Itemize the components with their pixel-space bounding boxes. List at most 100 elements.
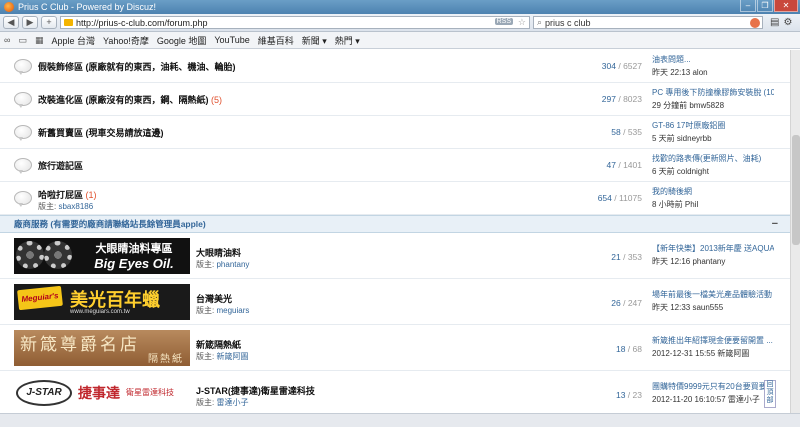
last-post-title[interactable]: 油表問題... [652, 54, 774, 65]
forum-bubble-icon [14, 158, 32, 174]
bookmark-star-icon[interactable]: ☆ [518, 17, 526, 28]
forum-name[interactable]: 旅行遊記區 [38, 159, 83, 172]
last-post-title[interactable]: 團購特價9999元只有20台要買要快 ... [652, 381, 774, 392]
forum-row: 新舊買賣區 (現車交易請放這邊) 58 / 535 GT-86 17吋原廠鋁圈 … [0, 116, 790, 149]
toolbar-icons: ▤ ⚙ [770, 17, 792, 28]
window-controls: – ❐ ✕ [740, 0, 798, 12]
last-post: 新箴推出年紹擇現金便要留開置 ... 2012-12-31 15:55 新箴阿圖 [652, 335, 774, 359]
back-to-top-button[interactable]: 回頂部 [764, 380, 776, 408]
vertical-scrollbar[interactable] [790, 50, 800, 413]
firefox-icon [4, 2, 14, 12]
forum-bubble-icon [14, 92, 32, 108]
last-post-info: 昨天 22:13 alon [652, 68, 708, 77]
banner-text: 大眼睛油料專區 Big Eyes Oil. [94, 243, 174, 271]
section-header: 廠商服務 (有需要的廠商請聯絡站長餘管理員apple) − [0, 215, 790, 233]
bookmark-item[interactable]: YouTube [214, 35, 249, 45]
sponsor-banner[interactable]: J-STAR 捷事達 衛星雷達科技 [14, 376, 190, 412]
last-post: GT-86 17吋原廠鋁圈 5 天前 sidneyrbb [652, 120, 774, 144]
forum-counts: 18 / 68 [615, 344, 642, 354]
bookmark-item[interactable]: Google 地圖 [157, 34, 207, 47]
forward-button[interactable]: ▶ [22, 16, 38, 29]
status-bar [0, 413, 800, 427]
moderator-link[interactable]: phantany [216, 260, 249, 269]
bookmark-item[interactable]: 新聞 ▾ [302, 34, 327, 47]
forum-row: 假裝飾修區 (原廠就有的東西，油耗、機油、輪胎) 304 / 6527 油表問題… [0, 50, 790, 83]
sponsor-row: J-STAR 捷事達 衛星雷達科技 J-STAR(捷事達)衛星雷達科技 版主: … [0, 371, 790, 413]
forum-counts: 304 / 6527 [601, 61, 642, 71]
last-post-title[interactable]: 找歡的路表傳(更新照片、油耗) [652, 153, 774, 164]
banner-text: 新箴尊爵名店 [20, 335, 140, 355]
sponsor-banner[interactable]: Meguiar's 美光百年蠟 www.meguiars.com.tw [14, 284, 190, 320]
forum-name[interactable]: 假裝飾修區 (原廠就有的東西，油耗、機油、輪胎) [38, 60, 236, 73]
moderator-link[interactable]: 雷達小子 [216, 398, 248, 407]
new-tab-button[interactable]: + [41, 16, 57, 29]
banner-text: 捷事達 [78, 385, 120, 401]
collapse-icon[interactable]: − [772, 218, 778, 230]
last-post-title[interactable]: 場年前最後一檔美光產品體驗活動 [652, 289, 774, 300]
bookmarks-menu-icon[interactable]: ▭ [18, 35, 27, 46]
banner-subtext: 衛星雷達科技 [126, 388, 174, 397]
bookmark-item[interactable]: Yahoo!奇摩 [103, 34, 149, 47]
forum-moderator: 版主: 新箴阿圖 [196, 352, 249, 361]
last-post-title[interactable]: 我的騎後網 [652, 186, 774, 197]
last-post-title[interactable]: 【新年快樂】2013新年慶 送AQUA小 ... [652, 243, 774, 254]
navigation-toolbar: ◀ ▶ + http://prius-c-club.com/forum.php … [0, 14, 800, 32]
forum-moderator: 版主: meguiars [196, 306, 250, 315]
close-button[interactable]: ✕ [774, 0, 798, 12]
banner-subtext: 隔熱紙 [148, 354, 184, 365]
sponsor-row: 大眼睛油料專區 Big Eyes Oil. 大眼睛油料 版主: phantany… [0, 233, 790, 279]
minimize-button[interactable]: – [740, 0, 756, 12]
moderator-link[interactable]: meguiars [216, 306, 249, 315]
banner-subtext: www.meguiars.com.tw [70, 309, 130, 315]
sponsor-name[interactable]: 大眼睛油料 [196, 246, 241, 259]
moderator-link[interactable]: sbax8186 [58, 202, 93, 211]
today-count: (1) [85, 190, 97, 200]
section-title[interactable]: 廠商服務 (有需要的廠商請聯絡站長餘管理員apple) [14, 218, 206, 230]
sponsor-name[interactable]: 新箴隔熱紙 [196, 338, 241, 351]
sponsor-name[interactable]: 台灣美光 [196, 292, 232, 305]
tools-menu-icon[interactable]: ⚙ [783, 17, 792, 28]
url-text[interactable]: http://prius-c-club.com/forum.php [76, 18, 208, 28]
last-post: PC 專用後下防撞橡膠飾安裝脫 (10 ... 29 分鐘前 bmw5828 [652, 87, 774, 111]
forum-name[interactable]: 哈啦打屁區 (1) [38, 188, 97, 201]
address-bar[interactable]: http://prius-c-club.com/forum.php RSS ☆ [60, 16, 530, 29]
last-post-title[interactable]: 新箴推出年紹擇現金便要留開置 ... [652, 335, 774, 346]
gear-icon [16, 241, 44, 269]
last-post-info: 昨天 12:16 phantany [652, 257, 726, 266]
moderator-link[interactable]: 新箴阿圖 [216, 352, 248, 361]
scrollbar-thumb[interactable] [792, 135, 800, 245]
search-go-icon[interactable] [750, 18, 760, 28]
sponsor-row: 新箴尊爵名店 隔熱紙 新箴隔熱紙 版主: 新箴阿圖 18 / 68 新箴推出年紹… [0, 325, 790, 371]
last-post-info: 昨天 12:33 saun555 [652, 303, 724, 312]
forum-moderator: 版主: 雷達小子 [196, 398, 249, 407]
forum-row: 改裝進化區 (原廠沒有的東西，鋼、隔熱紙) (5) 297 / 8023 PC … [0, 83, 790, 116]
last-post: 【新年快樂】2013新年慶 送AQUA小 ... 昨天 12:16 phanta… [652, 243, 774, 267]
top-sites-icon[interactable]: ▦ [35, 35, 44, 46]
forum-name[interactable]: 改裝進化區 (原廠沒有的東西，鋼、隔熱紙) (5) [38, 93, 222, 106]
forum-moderator: 版主: phantany [196, 260, 250, 269]
last-post-title[interactable]: PC 專用後下防撞橡膠飾安裝脫 (10 ... [652, 87, 774, 98]
window-titlebar: Prius C Club - Powered by Discuz! – ❐ ✕ [0, 0, 800, 14]
today-count: (5) [211, 94, 223, 105]
forum-counts: 297 / 8023 [601, 94, 642, 104]
reading-list-icon[interactable]: ∞ [4, 35, 10, 45]
search-value[interactable]: prius c club [545, 18, 591, 28]
bookmark-item[interactable]: Apple 台灣 [51, 34, 95, 47]
forum-bubble-icon [14, 59, 32, 75]
forum-name[interactable]: 新舊買賣區 (現車交易請放這邊) [38, 126, 164, 139]
bookmark-item[interactable]: 維基百科 [258, 34, 294, 47]
bookmark-item[interactable]: 熱門 ▾ [335, 34, 360, 47]
last-post-info: 2012-12-31 15:55 新箴阿圖 [652, 349, 750, 358]
sponsor-banner[interactable]: 大眼睛油料專區 Big Eyes Oil. [14, 238, 190, 274]
forum-counts: 21 / 353 [611, 252, 642, 262]
search-input[interactable]: ⌕ prius c club [533, 16, 763, 29]
back-button[interactable]: ◀ [3, 16, 19, 29]
page-menu-icon[interactable]: ▤ [770, 17, 779, 28]
rss-icon[interactable]: RSS [494, 18, 513, 25]
sponsor-banner[interactable]: 新箴尊爵名店 隔熱紙 [14, 330, 190, 366]
forum-counts: 58 / 535 [611, 127, 642, 137]
sponsor-row: Meguiar's 美光百年蠟 www.meguiars.com.tw 台灣美光… [0, 279, 790, 325]
maximize-button[interactable]: ❐ [757, 0, 773, 12]
sponsor-name[interactable]: J-STAR(捷事達)衛星雷達科技 [196, 384, 315, 397]
last-post-title[interactable]: GT-86 17吋原廠鋁圈 [652, 120, 774, 131]
